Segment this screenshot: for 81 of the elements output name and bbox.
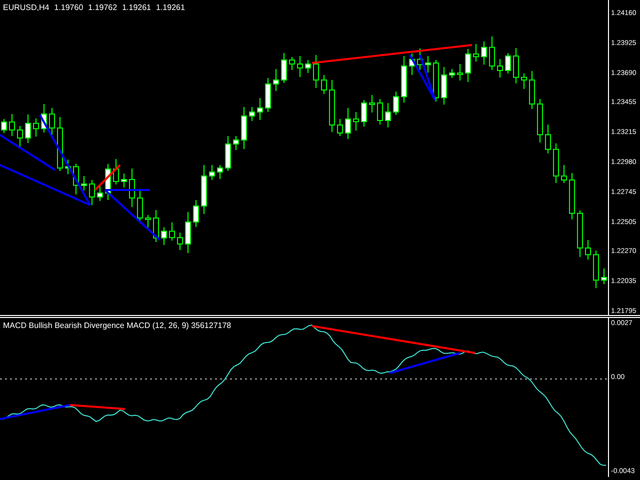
candle [65, 159, 71, 175]
candle [121, 173, 127, 188]
candle [377, 98, 383, 125]
candle [97, 184, 103, 202]
candle [577, 210, 583, 258]
candle [169, 222, 175, 242]
candle [545, 124, 551, 154]
candle [497, 58, 503, 78]
candle [145, 214, 151, 228]
candle [473, 44, 479, 62]
candle [49, 108, 55, 136]
candle [481, 40, 487, 66]
price-quote: 1.19762 [88, 4, 118, 12]
candle [369, 94, 375, 113]
candle [257, 98, 263, 120]
candle [529, 70, 535, 110]
candle [329, 80, 335, 132]
indicator-title: MACD Bullish Bearish Divergence MACD (12, 26, 9) 356127178 [3, 322, 232, 330]
candle [281, 52, 287, 84]
candle [465, 48, 471, 82]
candle [417, 48, 423, 70]
candle [33, 118, 39, 138]
candle [265, 78, 271, 112]
candle [409, 52, 415, 76]
candle [585, 240, 591, 260]
candle [273, 68, 279, 92]
candle [537, 98, 543, 144]
candle [449, 68, 455, 78]
candle [489, 36, 495, 70]
candle [129, 168, 135, 208]
candle [569, 172, 575, 220]
candle [193, 200, 199, 228]
candle [353, 112, 359, 132]
candle [57, 116, 63, 172]
candle [1, 118, 7, 134]
candle [153, 210, 159, 242]
candle [457, 64, 463, 81]
candle [9, 114, 15, 136]
candle [161, 226, 167, 246]
candle [513, 48, 519, 84]
candle [593, 250, 599, 289]
candle [105, 164, 111, 200]
candle [25, 114, 31, 144]
price-quote: 1.19760 [54, 4, 84, 12]
candle [385, 102, 391, 128]
candle [217, 164, 223, 180]
candle [561, 164, 567, 184]
symbol-label: EURUSD,H4 [3, 4, 50, 12]
candle [305, 60, 311, 74]
candle [441, 66, 447, 106]
candle [249, 106, 255, 122]
candle [233, 136, 239, 150]
candle [425, 56, 431, 74]
candle [201, 164, 207, 214]
candle [505, 52, 511, 74]
candle [521, 72, 527, 90]
candle [289, 56, 295, 70]
candle [313, 54, 319, 88]
candle [337, 118, 343, 136]
candle [225, 136, 231, 172]
candle [89, 180, 95, 206]
candle [241, 106, 247, 150]
candle [177, 232, 183, 250]
candle [297, 56, 303, 78]
candle [17, 126, 23, 148]
candle [185, 212, 191, 254]
candle [345, 108, 351, 140]
candle [137, 190, 143, 224]
candle [73, 163, 79, 195]
candle [81, 176, 87, 191]
candle [433, 60, 439, 102]
candle [553, 142, 559, 184]
candle [113, 158, 119, 185]
price-quote: 1.19261 [122, 4, 151, 12]
candle [361, 100, 367, 128]
candle [401, 56, 407, 104]
candle [209, 164, 215, 180]
candle [321, 74, 327, 94]
price-quote: 1.19261 [156, 4, 185, 12]
candle [393, 91, 399, 116]
candle [41, 104, 47, 134]
